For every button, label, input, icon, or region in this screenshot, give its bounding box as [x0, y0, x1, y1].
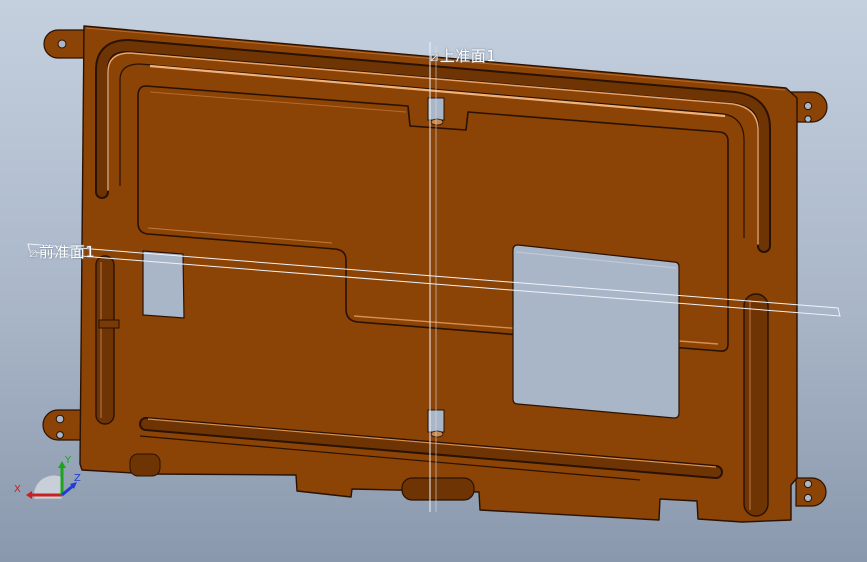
hole-top-left [57, 39, 67, 49]
x-axis-arrowhead-icon [26, 491, 32, 499]
cad-viewport[interactable]: ⧄上准面1 ⧄前准面1 X Y Z [0, 0, 867, 562]
datum-plane-front-label[interactable]: ⧄前准面1 [29, 241, 95, 262]
right-slot [743, 293, 769, 517]
cutout-large [512, 244, 680, 419]
model-scene[interactable] [0, 0, 867, 562]
z-axis-label: Z [74, 473, 81, 484]
hole-bottom-right-2 [803, 493, 813, 503]
hole-top-right-2 [804, 115, 812, 123]
hole-bottom-left-1 [55, 414, 65, 424]
x-axis-label: X [14, 484, 21, 495]
hole-bottom-right-1 [803, 479, 813, 489]
datum-plane-icon: ⧄ [430, 50, 439, 65]
datum-plane-icon: ⧄ [29, 246, 38, 261]
datum-plane-top-label[interactable]: ⧄上准面1 [430, 45, 496, 66]
hole-top-right-1 [803, 101, 813, 111]
y-axis-label: Y [64, 455, 72, 466]
hole-bottom-left-2 [56, 431, 64, 439]
orientation-triad[interactable]: X Y Z [12, 455, 84, 507]
